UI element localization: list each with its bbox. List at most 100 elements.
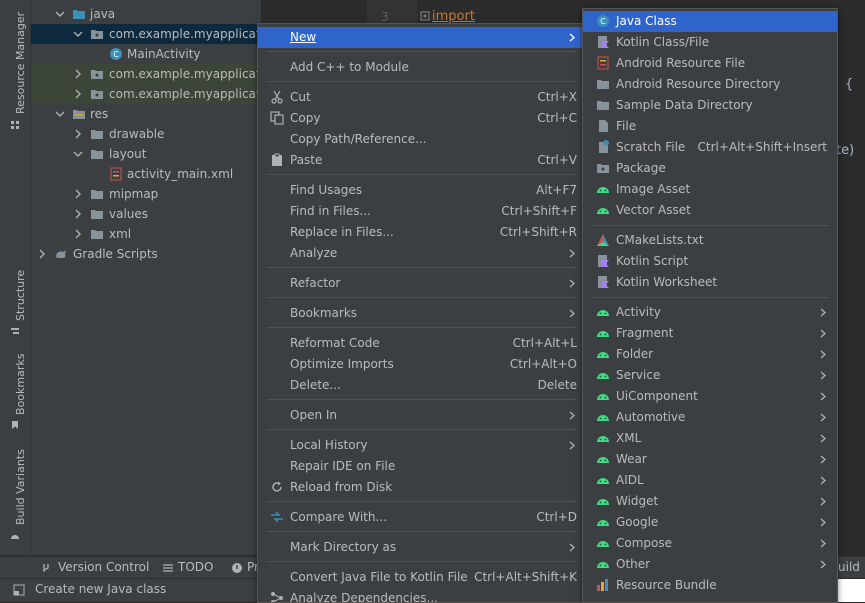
- tree-label: xml: [109, 227, 132, 241]
- submenu-item-package[interactable]: Package: [583, 158, 837, 179]
- menu-item-replace-in-files[interactable]: Replace in Files... Ctrl+Shift+R: [258, 222, 583, 243]
- submenu-item-vector-asset[interactable]: Vector Asset: [583, 200, 837, 221]
- menu-item-find-usages[interactable]: Find Usages Alt+F7: [258, 180, 583, 201]
- tree-item-activity-main-xml[interactable]: activity_main.xml: [31, 164, 261, 184]
- submenu-item-file[interactable]: File: [583, 116, 837, 137]
- menu-item-open-in[interactable]: Open In: [258, 405, 583, 426]
- submenu-item-folder[interactable]: Folder: [583, 344, 837, 365]
- menu-label: Package: [616, 161, 666, 175]
- chevron-down-icon[interactable]: [55, 9, 65, 19]
- menu-item-analyze[interactable]: Analyze: [258, 243, 583, 264]
- resource-manager-tab[interactable]: Resource Manager: [14, 12, 27, 114]
- build-tab[interactable]: uild: [838, 560, 860, 574]
- chevron-right-icon[interactable]: [73, 129, 83, 139]
- tree-label: activity_main.xml: [127, 167, 234, 181]
- submenu-item-widget[interactable]: Widget: [583, 491, 837, 512]
- android-icon: [597, 352, 609, 358]
- tree-item-package-main[interactable]: com.example.myapplication: [31, 24, 261, 44]
- menu-item-reformat[interactable]: Reformat Code Ctrl+Alt+L: [258, 333, 583, 354]
- structure-tab[interactable]: Structure: [14, 270, 27, 321]
- submenu-arrow-icon: [820, 434, 826, 443]
- bookmarks-tab[interactable]: Bookmarks: [14, 354, 27, 415]
- submenu-arrow-icon: [820, 413, 826, 422]
- menu-item-copy-path[interactable]: Copy Path/Reference...: [258, 129, 583, 150]
- android-icon: [597, 187, 609, 193]
- package-icon: [91, 70, 103, 79]
- submenu-arrow-icon: [820, 476, 826, 485]
- menu-item-compare[interactable]: Compare With... Ctrl+D: [258, 507, 583, 528]
- menu-item-delete[interactable]: Delete... Delete: [258, 375, 583, 396]
- tree-item-package-test[interactable]: com.example.myapplication: [31, 84, 261, 104]
- menu-item-refactor[interactable]: Refactor: [258, 273, 583, 294]
- menu-shortcut: Ctrl+V: [537, 153, 577, 167]
- menu-item-convert-to-kotlin[interactable]: Convert Java File to Kotlin File Ctrl+Al…: [258, 567, 583, 588]
- tree-item-values[interactable]: values: [31, 204, 261, 224]
- submenu-item-kotlin-class[interactable]: Kotlin Class/File: [583, 32, 837, 53]
- submenu-item-image-asset[interactable]: Image Asset: [583, 179, 837, 200]
- tree-item-main-activity[interactable]: C MainActivity: [31, 44, 261, 64]
- menu-item-repair-ide[interactable]: Repair IDE on File: [258, 456, 583, 477]
- submenu-item-android-resource-directory[interactable]: Android Resource Directory: [583, 74, 837, 95]
- submenu-item-service[interactable]: Service: [583, 365, 837, 386]
- tree-item-xml[interactable]: xml: [31, 224, 261, 244]
- resource-folder-icon: [73, 110, 85, 119]
- menu-item-optimize-imports[interactable]: Optimize Imports Ctrl+Alt+O: [258, 354, 583, 375]
- submenu-item-uicomponent[interactable]: UiComponent: [583, 386, 837, 407]
- submenu-item-wear[interactable]: Wear: [583, 449, 837, 470]
- tree-item-package-android-test[interactable]: com.example.myapplication: [31, 64, 261, 84]
- submenu-item-android-resource-file[interactable]: Android Resource File: [583, 53, 837, 74]
- submenu-item-activity[interactable]: Activity: [583, 302, 837, 323]
- tree-item-layout[interactable]: layout: [31, 144, 261, 164]
- submenu-item-scratch-file[interactable]: Scratch File Ctrl+Alt+Shift+Insert: [583, 137, 837, 158]
- menu-item-copy[interactable]: Copy Ctrl+C: [258, 108, 583, 129]
- submenu-item-xml[interactable]: XML: [583, 428, 837, 449]
- submenu-item-kotlin-worksheet[interactable]: Kotlin Worksheet: [583, 272, 837, 293]
- chevron-right-icon[interactable]: [73, 229, 83, 239]
- fold-icon[interactable]: [420, 11, 430, 21]
- tree-item-java[interactable]: java: [31, 4, 261, 24]
- build-variants-tab[interactable]: Build Variants: [14, 449, 27, 525]
- menu-item-reload[interactable]: Reload from Disk: [258, 477, 583, 498]
- chevron-right-icon[interactable]: [73, 69, 83, 79]
- menu-item-new[interactable]: New: [258, 27, 583, 48]
- submenu-item-fragment[interactable]: Fragment: [583, 323, 837, 344]
- menu-item-add-cpp[interactable]: Add C++ to Module: [258, 57, 583, 78]
- menu-label: CMakeLists.txt: [616, 233, 704, 247]
- submenu-item-cmakelists[interactable]: CMakeLists.txt: [583, 230, 837, 251]
- submenu-item-google[interactable]: Google: [583, 512, 837, 533]
- tree-item-gradle-scripts[interactable]: Gradle Scripts: [31, 244, 261, 264]
- version-control-tab[interactable]: Version Control: [58, 560, 149, 574]
- tree-label: com.example.myapplication: [109, 67, 261, 81]
- submenu-item-java-class[interactable]: C Java Class: [583, 11, 837, 32]
- chevron-down-icon[interactable]: [55, 109, 65, 119]
- submenu-item-compose[interactable]: Compose: [583, 533, 837, 554]
- tree-item-res[interactable]: res: [31, 104, 261, 124]
- menu-label: Local History: [290, 438, 368, 452]
- chevron-right-icon[interactable]: [73, 209, 83, 219]
- submenu-arrow-icon: [820, 497, 826, 506]
- submenu-item-automotive[interactable]: Automotive: [583, 407, 837, 428]
- chevron-down-icon[interactable]: [73, 149, 83, 159]
- status-toggle-icon[interactable]: [13, 584, 25, 596]
- tree-item-drawable[interactable]: drawable: [31, 124, 261, 144]
- menu-item-bookmarks[interactable]: Bookmarks: [258, 303, 583, 324]
- menu-item-find-in-files[interactable]: Find in Files... Ctrl+Shift+F: [258, 201, 583, 222]
- menu-label: Copy: [290, 111, 321, 125]
- submenu-item-kotlin-script[interactable]: Kotlin Script: [583, 251, 837, 272]
- submenu-item-aidl[interactable]: AIDL: [583, 470, 837, 491]
- menu-item-paste[interactable]: Paste Ctrl+V: [258, 150, 583, 171]
- todo-tab[interactable]: TODO: [178, 560, 213, 574]
- chevron-right-icon[interactable]: [73, 89, 83, 99]
- submenu-item-resource-bundle[interactable]: Resource Bundle: [583, 575, 837, 596]
- submenu-item-sample-data-directory[interactable]: Sample Data Directory: [583, 95, 837, 116]
- submenu-item-other[interactable]: Other: [583, 554, 837, 575]
- menu-item-cut[interactable]: Cut Ctrl+X: [258, 87, 583, 108]
- chevron-right-icon[interactable]: [37, 249, 47, 259]
- menu-item-local-history[interactable]: Local History: [258, 435, 583, 456]
- chevron-down-icon[interactable]: [73, 29, 83, 39]
- menu-shortcut: Delete: [537, 378, 577, 392]
- menu-item-mark-directory[interactable]: Mark Directory as: [258, 537, 583, 558]
- tree-item-mipmap[interactable]: mipmap: [31, 184, 261, 204]
- chevron-right-icon[interactable]: [73, 189, 83, 199]
- project-tree: java com.example.myapplication C MainAct…: [31, 0, 261, 555]
